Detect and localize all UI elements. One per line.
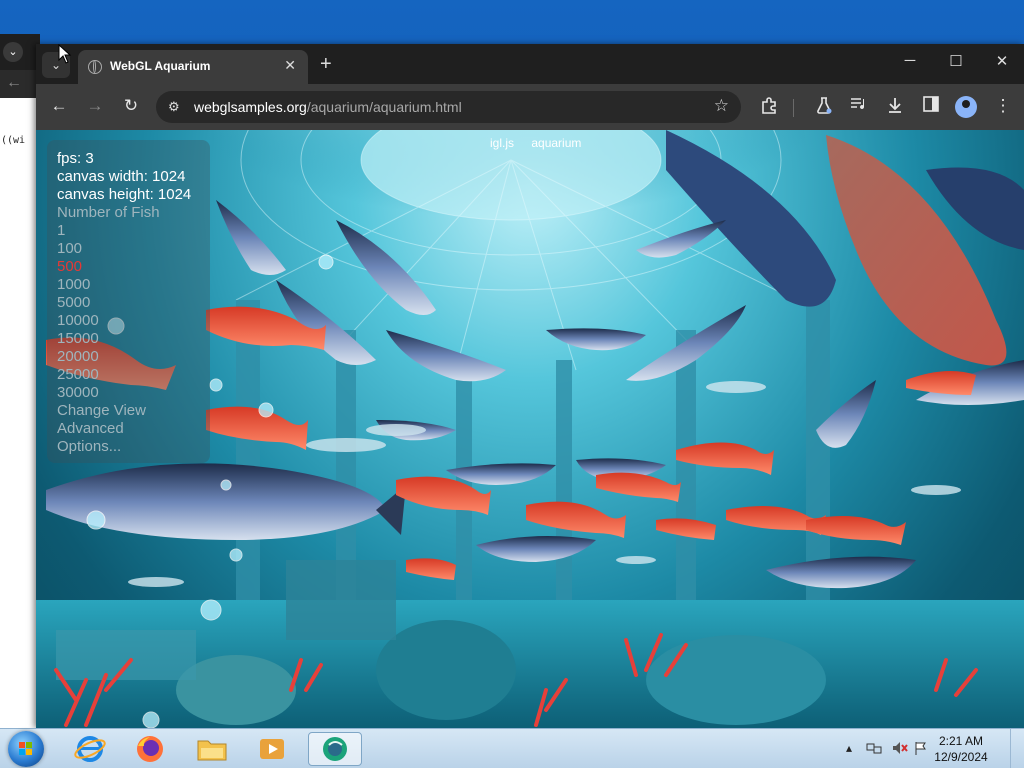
system-clock[interactable]: 2:21 AM 12/9/2024 (928, 733, 994, 765)
download-icon[interactable] (883, 96, 907, 119)
mouse-cursor-icon (58, 44, 72, 64)
kebab-menu-icon[interactable]: ⋮ (991, 96, 1015, 116)
tune-icon[interactable]: ⚙ (168, 99, 180, 115)
action-center-flag-icon[interactable] (914, 741, 928, 758)
side-panel-icon[interactable] (919, 96, 943, 117)
tab-webgl-aquarium[interactable]: WebGL Aquarium ✕ (78, 50, 308, 84)
fish-option-5000[interactable]: 5000 (57, 294, 90, 312)
puzzle-icon[interactable] (757, 96, 781, 119)
close-icon[interactable]: ✕ (284, 57, 296, 74)
toolbar-separator (793, 99, 794, 117)
address-bar[interactable]: ⚙ webglsamples.org/aquarium/aquarium.htm… (156, 91, 741, 123)
options-link[interactable]: Options... (57, 438, 121, 456)
maximize-button[interactable]: ☐ (933, 52, 979, 70)
link-aquarium[interactable]: aquarium (531, 136, 581, 150)
internet-explorer-icon[interactable] (70, 732, 110, 766)
fps-readout: fps: 3 (57, 150, 94, 167)
fish-option-10000[interactable]: 10000 (57, 312, 99, 330)
fish-option-30000[interactable]: 30000 (57, 384, 99, 402)
fish-option-25000[interactable]: 25000 (57, 366, 99, 384)
show-desktop-button[interactable] (1010, 729, 1024, 768)
file-explorer-icon[interactable] (192, 732, 232, 766)
background-tab-strip: ⌄ (0, 34, 40, 70)
firefox-icon[interactable] (130, 732, 170, 766)
start-button[interactable] (8, 731, 44, 767)
volume-muted-icon[interactable] (892, 741, 908, 758)
chevron-down-icon[interactable]: ⌄ (3, 42, 23, 62)
minimize-button[interactable]: ─ (887, 52, 933, 69)
browser-toolbar: ← → ↻ ⚙ webglsamples.org/aquarium/aquari… (36, 84, 1024, 130)
close-window-button[interactable]: ✕ (979, 52, 1024, 70)
clock-time: 2:21 AM (938, 734, 984, 748)
canvas-height-readout: canvas height: 1024 (57, 186, 192, 203)
url-text[interactable]: webglsamples.org/aquarium/aquarium.html (194, 99, 462, 115)
arrow-right-icon[interactable]: → (83, 96, 107, 116)
globe-icon (88, 60, 102, 74)
profile-icon[interactable] (955, 96, 977, 118)
link-igl-js[interactable]: igl.js (490, 136, 514, 150)
media-player-icon[interactable] (252, 732, 292, 766)
number-of-fish-label: Number of Fish (57, 204, 160, 221)
fish-option-1000[interactable]: 1000 (57, 276, 90, 294)
title-bar: ⌄ WebGL Aquarium ✕ + ─ ☐ ✕ (36, 44, 1024, 84)
reload-icon[interactable]: ↻ (119, 96, 143, 116)
windows-logo-icon (19, 742, 32, 755)
background-code-text: ((wi (1, 135, 26, 146)
aquarium-canvas[interactable]: igl.js aquarium fps: 3 canvas width: 102… (36, 130, 1024, 728)
aquarium-top-links: igl.js aquarium (490, 136, 595, 150)
canvas-width-readout: canvas width: 1024 (57, 168, 186, 185)
background-window[interactable]: ⌄ ← ((wi (0, 34, 40, 728)
change-view-link[interactable]: Change View (57, 402, 146, 420)
star-icon[interactable]: ☆ (714, 96, 729, 116)
flask-icon[interactable] (812, 96, 836, 119)
taskbar: ▴ 2:21 AM 12/9/2024 (0, 728, 1024, 768)
app-icon[interactable] (308, 732, 362, 766)
show-hidden-icons-icon[interactable]: ▴ (846, 741, 852, 755)
plus-icon[interactable]: + (320, 52, 332, 76)
network-icon[interactable] (866, 741, 882, 758)
fish-option-500-selected[interactable]: 500 (57, 258, 82, 276)
tab-title: WebGL Aquarium (110, 59, 211, 73)
arrow-left-icon[interactable]: ← (47, 96, 71, 116)
browser-window: ⌄ WebGL Aquarium ✕ + ─ ☐ ✕ ← → ↻ ⚙ webgl… (36, 44, 1024, 728)
advanced-link[interactable]: Advanced (57, 420, 124, 438)
arrow-left-icon[interactable]: ← (6, 74, 22, 92)
fish-option-20000[interactable]: 20000 (57, 348, 99, 366)
fish-option-100[interactable]: 100 (57, 240, 82, 258)
fish-option-1[interactable]: 1 (57, 222, 65, 240)
clock-date: 12/9/2024 (934, 750, 988, 764)
aquarium-control-panel: fps: 3 canvas width: 1024 canvas height:… (47, 140, 210, 463)
media-queue-icon[interactable] (847, 96, 871, 117)
background-toolbar: ← (0, 70, 40, 98)
fish-option-15000[interactable]: 15000 (57, 330, 99, 348)
